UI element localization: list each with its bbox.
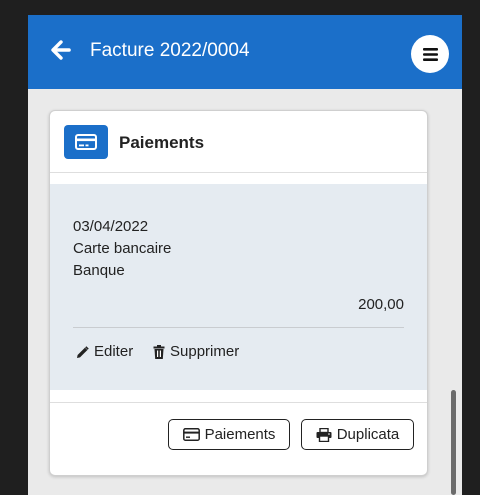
hamburger-icon — [422, 47, 438, 61]
payments-button[interactable]: Paiements — [168, 419, 290, 450]
payment-date: 03/04/2022 — [73, 218, 149, 235]
arrow-left-icon — [51, 40, 71, 60]
payment-method: Carte bancaire — [73, 240, 172, 257]
payment-amount: 200,00 — [358, 296, 404, 313]
card-header: Paiements — [50, 111, 427, 173]
app-screen: Facture 2022/0004 Paiements 03/04/2022 C… — [28, 15, 462, 495]
trash-icon — [153, 345, 165, 359]
payments-button-label: Paiements — [204, 426, 276, 443]
edit-button[interactable]: Editer — [76, 342, 133, 362]
menu-button[interactable] — [411, 35, 449, 73]
duplicate-button-label: Duplicata — [336, 426, 400, 443]
printer-icon — [316, 427, 332, 442]
delete-button[interactable]: Supprimer — [153, 342, 239, 362]
duplicate-button[interactable]: Duplicata — [301, 419, 414, 450]
app-bar: Facture 2022/0004 — [28, 15, 462, 89]
scrollbar[interactable] — [451, 390, 456, 495]
card-title: Paiements — [119, 133, 205, 152]
payments-card: Paiements 03/04/2022 Carte bancaire Banq… — [49, 110, 428, 476]
payment-account: Banque — [73, 262, 125, 279]
credit-card-icon — [182, 428, 200, 441]
pencil-icon — [76, 345, 89, 359]
credit-card-icon — [64, 125, 108, 159]
edit-label: Editer — [94, 343, 134, 360]
delete-label: Supprimer — [170, 343, 240, 360]
back-button[interactable] — [48, 37, 74, 63]
page-title: Facture 2022/0004 — [90, 40, 250, 61]
payment-item: 03/04/2022 Carte bancaire Banque 200,00 … — [50, 184, 427, 390]
footer-divider — [50, 402, 427, 403]
main-content: Paiements 03/04/2022 Carte bancaire Banq… — [28, 89, 462, 495]
divider — [73, 327, 404, 328]
